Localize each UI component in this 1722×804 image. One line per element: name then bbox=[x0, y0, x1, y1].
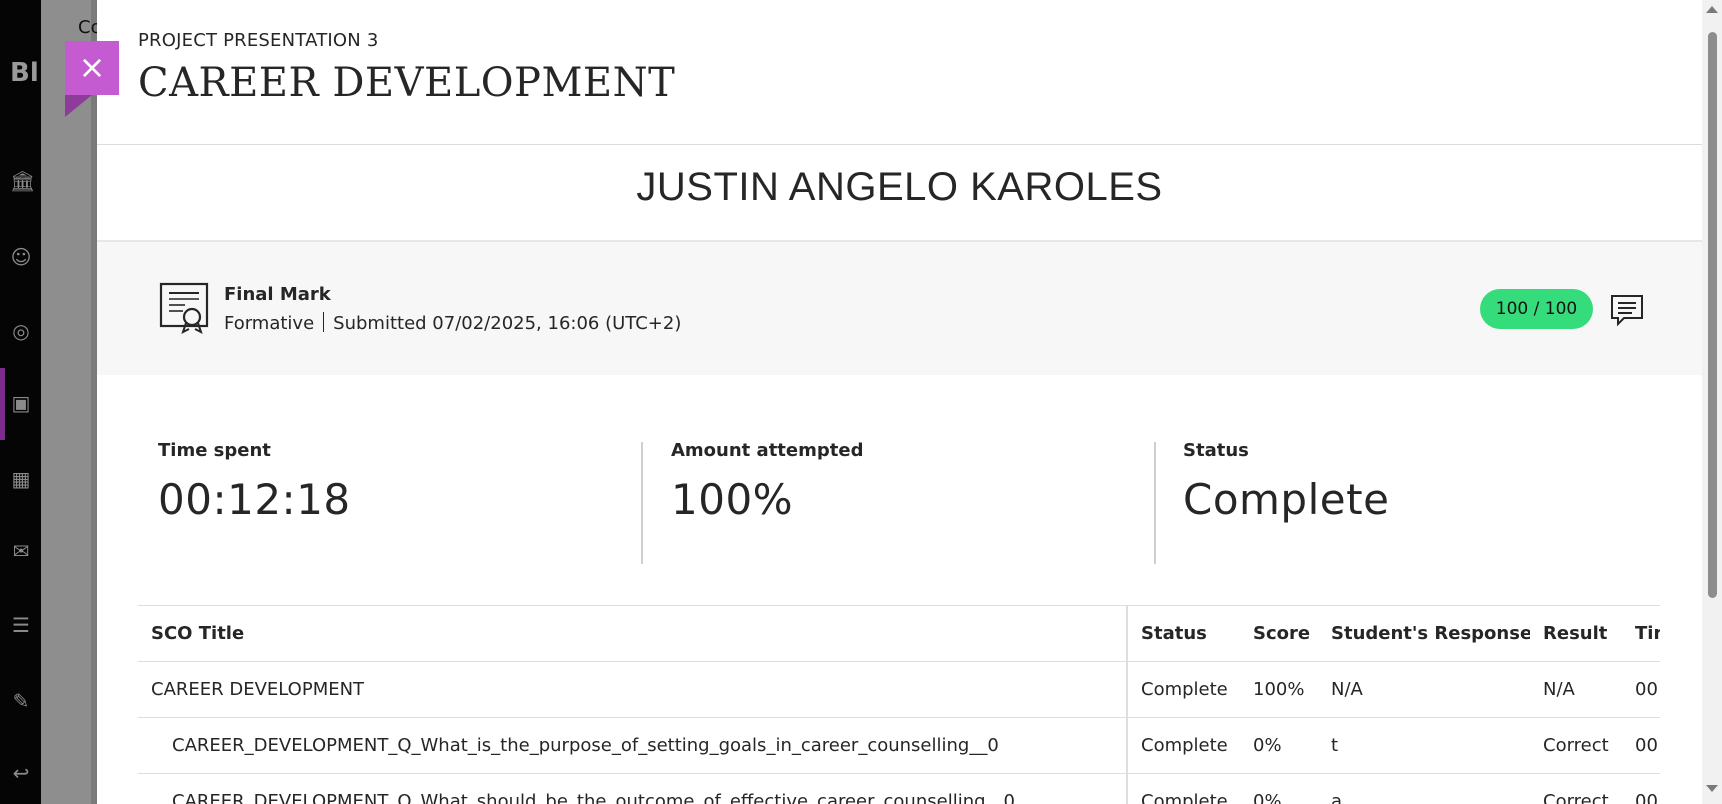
column-header-result[interactable]: Result bbox=[1530, 605, 1622, 662]
column-header-time[interactable]: Tin bbox=[1622, 605, 1660, 662]
table-header-row: SCO Title Status Score Student's Respons… bbox=[138, 605, 1660, 662]
stat-status: Status Complete bbox=[1183, 440, 1389, 524]
score-cell: 0% bbox=[1240, 773, 1318, 804]
stat-label: Amount attempted bbox=[671, 440, 864, 461]
stat-label: Time spent bbox=[158, 440, 271, 461]
title-divider bbox=[97, 144, 1702, 145]
status-cell: Complete bbox=[1127, 717, 1240, 774]
feedback-icon[interactable] bbox=[1610, 293, 1644, 327]
app-logo: Bl bbox=[10, 58, 39, 88]
table-row: CAREER DEVELOPMENT Complete 100% N/A N/A… bbox=[138, 661, 1660, 718]
page-title: CAREER DEVELOPMENT bbox=[138, 60, 676, 106]
sco-title-cell: CAREER_DEVELOPMENT_Q_What_should_be_the_… bbox=[138, 773, 1128, 804]
result-cell: Correct bbox=[1530, 773, 1622, 804]
person-icon: ☺︎ bbox=[10, 245, 32, 269]
stat-time-spent: Time spent 00:12:18 bbox=[158, 440, 351, 524]
close-button-fold bbox=[65, 95, 92, 117]
result-cell: N/A bbox=[1530, 661, 1622, 718]
signout-icon: ↩︎ bbox=[12, 761, 30, 785]
score-badge: 100 / 100 bbox=[1480, 289, 1593, 329]
final-mark-label: Final Mark bbox=[224, 284, 331, 305]
sco-title-cell: CAREER_DEVELOPMENT_Q_What_is_the_purpose… bbox=[138, 717, 1128, 774]
courses-icon: ▣ bbox=[11, 391, 31, 415]
time-cell: 00: bbox=[1622, 773, 1660, 804]
stat-label: Status bbox=[1183, 440, 1249, 461]
mark-meta: Formative Submitted 07/02/2025, 16:06 (UT… bbox=[224, 312, 681, 334]
close-button[interactable]: × bbox=[65, 41, 119, 95]
score-cell: 100% bbox=[1240, 661, 1318, 718]
scrollbar[interactable] bbox=[1702, 0, 1722, 804]
stat-divider bbox=[1154, 442, 1156, 564]
status-cell: Complete bbox=[1127, 773, 1240, 804]
mark-type: Formative bbox=[224, 313, 315, 334]
response-cell: N/A bbox=[1318, 661, 1530, 718]
stat-value: 100% bbox=[671, 475, 794, 524]
sco-title-cell: CAREER DEVELOPMENT bbox=[138, 661, 1128, 718]
assignment-eyebrow: PROJECT PRESENTATION 3 bbox=[138, 30, 379, 51]
sco-table-container: SCO Title Status Score Student's Respons… bbox=[138, 605, 1660, 804]
globe-icon: ◎ bbox=[12, 319, 30, 343]
grades-icon: ☰ bbox=[12, 613, 30, 637]
mail-icon: ✉︎ bbox=[12, 539, 30, 563]
response-cell: t bbox=[1318, 717, 1530, 774]
column-header-score[interactable]: Score bbox=[1240, 605, 1318, 662]
table-row: CAREER_DEVELOPMENT_Q_What_should_be_the_… bbox=[138, 773, 1660, 804]
column-header-status[interactable]: Status bbox=[1127, 605, 1240, 662]
stat-amount-attempted: Amount attempted 100% bbox=[671, 440, 863, 524]
nav-active-indicator bbox=[0, 368, 5, 440]
student-name: JUSTIN ANGELO KAROLES bbox=[636, 165, 1163, 209]
final-mark-section: Final Mark Formative Submitted 07/02/2025… bbox=[97, 240, 1702, 375]
stat-divider bbox=[641, 442, 643, 564]
stat-value: Complete bbox=[1183, 475, 1390, 524]
background-panel-edge bbox=[41, 0, 91, 804]
column-header-response[interactable]: Student's Response bbox=[1318, 605, 1530, 662]
result-cell: Correct bbox=[1530, 717, 1622, 774]
calendar-icon: ▦ bbox=[11, 467, 31, 491]
scroll-down-arrow-icon[interactable] bbox=[1706, 785, 1718, 792]
column-header-sco-title[interactable]: SCO Title bbox=[138, 605, 1128, 662]
score-cell: 0% bbox=[1240, 717, 1318, 774]
submitted-date: Submitted 07/02/2025, 16:06 (UTC+2) bbox=[333, 313, 682, 334]
status-cell: Complete bbox=[1127, 661, 1240, 718]
institution-icon: 🏛︎ bbox=[10, 169, 36, 193]
meta-separator bbox=[323, 312, 325, 332]
time-cell: 00: bbox=[1622, 661, 1660, 718]
certificate-icon bbox=[159, 282, 209, 334]
sco-table: SCO Title Status Score Student's Respons… bbox=[138, 605, 1660, 804]
time-cell: 00: bbox=[1622, 717, 1660, 774]
stat-value: 00:12:18 bbox=[158, 475, 351, 524]
scrollbar-thumb[interactable] bbox=[1708, 32, 1717, 598]
background-nav: Bl 🏛︎ ☺︎ ◎ ▣ ▦ ✉︎ ☰ ✎︎ ↩︎ bbox=[0, 0, 41, 804]
scroll-up-arrow-icon[interactable] bbox=[1706, 6, 1718, 13]
edit-icon: ✎︎ bbox=[12, 689, 30, 713]
response-cell: a bbox=[1318, 773, 1530, 804]
table-row: CAREER_DEVELOPMENT_Q_What_is_the_purpose… bbox=[138, 717, 1660, 774]
